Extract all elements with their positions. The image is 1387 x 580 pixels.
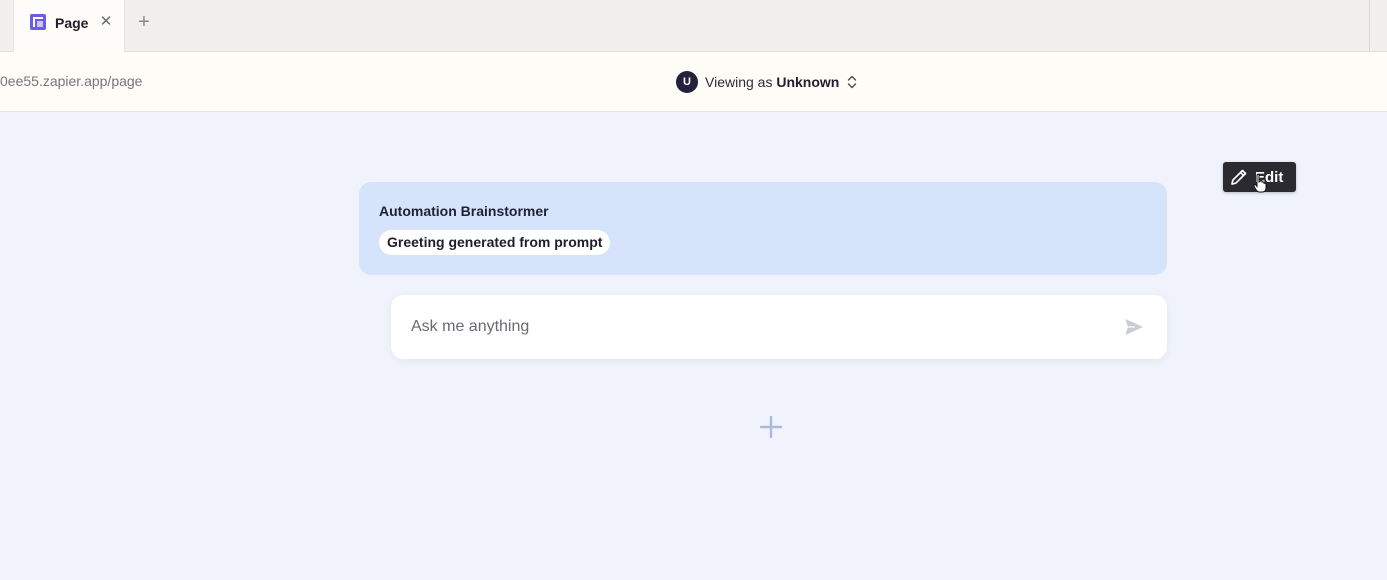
add-block-icon[interactable]	[758, 414, 784, 440]
viewing-user: Unknown	[776, 74, 840, 90]
chat-input[interactable]	[411, 313, 1101, 341]
tab-label: Page	[55, 15, 89, 31]
plus-icon[interactable]: +	[135, 12, 153, 32]
divider	[1369, 0, 1370, 52]
chatbot-card: Automation Brainstormer Greeting generat…	[359, 182, 1167, 275]
address-bar: 0ee55.zapier.app/page U Viewing as Unkno…	[0, 52, 1387, 112]
url-text[interactable]: 0ee55.zapier.app/page	[0, 73, 142, 89]
close-icon[interactable]: ✕	[99, 12, 113, 32]
viewing-as-label: Viewing as Unknown	[705, 74, 839, 90]
avatar: U	[676, 71, 698, 93]
send-icon[interactable]	[1124, 317, 1144, 337]
pencil-icon	[1231, 169, 1247, 185]
viewing-prefix: Viewing as	[705, 74, 777, 90]
chat-input-box	[391, 295, 1167, 359]
chevron-up-down-icon	[848, 75, 857, 89]
tab-page[interactable]: Page ✕	[13, 0, 125, 52]
hand-cursor-icon	[1253, 173, 1267, 193]
tab-bar: Page ✕ +	[0, 0, 1387, 52]
page-icon	[30, 14, 46, 30]
greeting-bubble: Greeting generated from prompt	[379, 230, 611, 255]
viewing-as-selector[interactable]: U Viewing as Unknown	[676, 70, 858, 94]
chatbot-title: Automation Brainstormer	[379, 203, 549, 219]
